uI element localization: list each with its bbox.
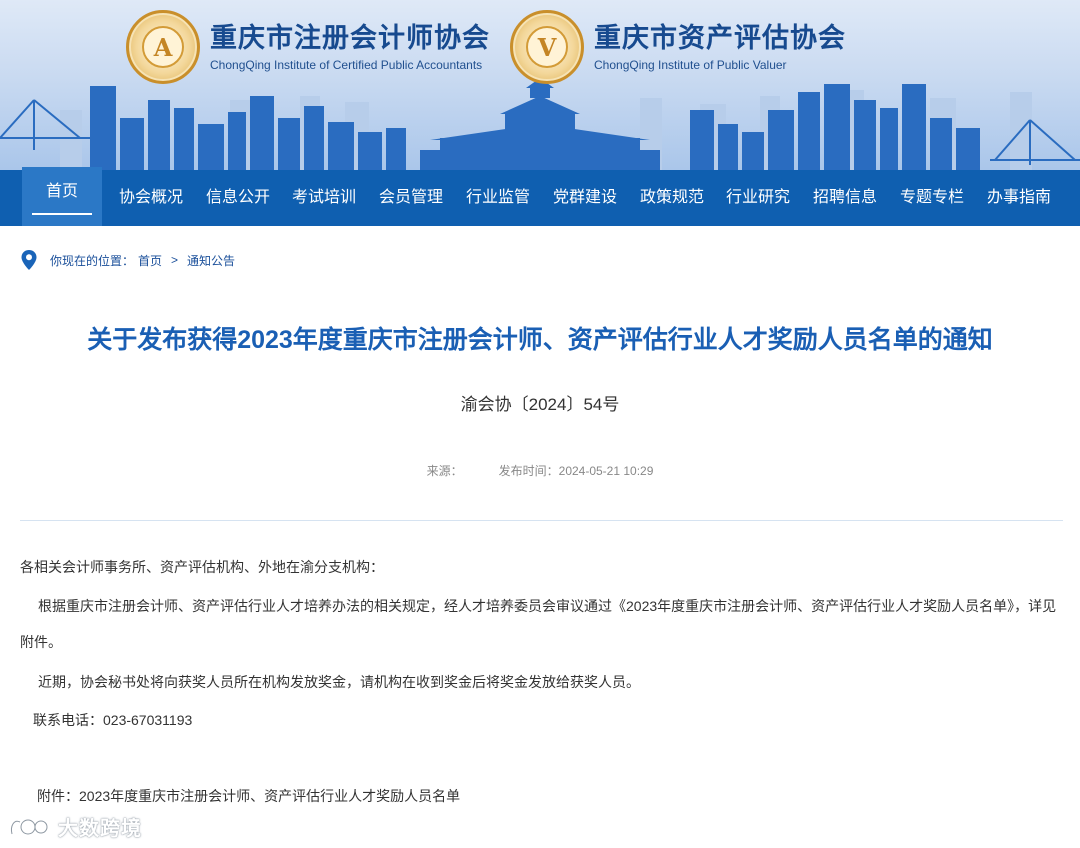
breadcrumb-home-link[interactable]: 首页 xyxy=(138,252,162,269)
content-divider xyxy=(20,520,1063,521)
nav-item-exam-training[interactable]: 考试培训 xyxy=(285,170,363,226)
cpa-name-en: ChongQing Institute of Certified Public … xyxy=(210,58,483,72)
nav-item-party-building[interactable]: 党群建设 xyxy=(546,170,624,226)
nav-item-disclosure[interactable]: 信息公开 xyxy=(199,170,277,226)
body-paragraph-1: 根据重庆市注册会计师、资产评估行业人才培养办法的相关规定，经人才培养委员会审议通… xyxy=(20,598,1057,650)
valuer-name-en: ChongQing Institute of Public Valuer xyxy=(594,58,787,72)
cpa-seal-icon: A xyxy=(126,10,200,84)
publish-label: 发布时间： xyxy=(498,464,559,478)
publish-time: 2024-05-21 10:29 xyxy=(558,464,654,478)
body-paragraph-2: 近期，协会秘书处将向获奖人员所在机构发放奖金，请机构在收到奖金后将奖金发放给获奖… xyxy=(38,674,640,690)
breadcrumb: 你现在的位置： 首页 > 通知公告 xyxy=(20,249,235,271)
source-label: 来源： xyxy=(426,464,463,478)
watermark-logo-icon xyxy=(10,818,49,835)
contact-phone: 联系电话：023-67031193 xyxy=(20,702,1065,738)
nav-item-research[interactable]: 行业研究 xyxy=(719,170,797,226)
cpa-name-cn: 重庆市注册会计师协会 xyxy=(210,23,490,54)
nav-item-policy[interactable]: 政策规范 xyxy=(633,170,711,226)
attachment-line: 附件：2023年度重庆市注册会计师、资产评估行业人才奖励人员名单 xyxy=(20,778,1065,814)
nav-item-home[interactable]: 首页 xyxy=(22,167,102,226)
valuer-logo-group[interactable]: V 重庆市资产评估协会 ChongQing Institute of Publi… xyxy=(510,10,846,84)
nav-item-service-guide[interactable]: 办事指南 xyxy=(980,170,1058,226)
nav-item-special-topics[interactable]: 专题专栏 xyxy=(893,170,971,226)
salutation: 各相关会计师事务所、资产评估机构、外地在渝分支机构： xyxy=(20,559,384,575)
nav-item-membership[interactable]: 会员管理 xyxy=(372,170,450,226)
cpa-seal-letter: A xyxy=(142,26,184,68)
header-banner: A 重庆市注册会计师协会 ChongQing Institute of Cert… xyxy=(0,0,1080,170)
nav-item-supervision[interactable]: 行业监管 xyxy=(459,170,537,226)
cpa-logo-group[interactable]: A 重庆市注册会计师协会 ChongQing Institute of Cert… xyxy=(126,10,490,84)
breadcrumb-separator: > xyxy=(171,253,179,267)
attachment-link[interactable]: 2023年度重庆市注册会计师、资产评估行业人才奖励人员名单 xyxy=(79,788,460,804)
attachment-label: 附件： xyxy=(37,788,79,804)
location-pin-icon xyxy=(21,250,37,270)
nav-item-recruitment[interactable]: 招聘信息 xyxy=(806,170,884,226)
valuer-name-cn: 重庆市资产评估协会 xyxy=(594,23,846,54)
phone-label: 联系电话： xyxy=(33,712,103,728)
article-title: 关于发布获得2023年度重庆市注册会计师、资产评估行业人才奖励人员名单的通知 xyxy=(87,326,993,354)
valuer-seal-letter: V xyxy=(526,26,568,68)
watermark-text: 大数跨境 xyxy=(58,818,142,840)
document-number: 渝会协〔2024〕54号 xyxy=(460,395,620,414)
phone-number: 023-67031193 xyxy=(103,712,193,728)
breadcrumb-label: 你现在的位置： xyxy=(50,253,135,268)
watermark: 大数跨境 xyxy=(8,812,142,841)
article-meta: 来源： 发布时间：2024-05-21 10:29 xyxy=(0,462,1080,480)
breadcrumb-current-link[interactable]: 通知公告 xyxy=(187,252,235,269)
main-nav: 首页 协会概况 信息公开 考试培训 会员管理 行业监管 党群建设 政策规范 行业… xyxy=(0,167,1080,226)
valuer-seal-icon: V xyxy=(510,10,584,84)
nav-item-about[interactable]: 协会概况 xyxy=(112,170,190,226)
